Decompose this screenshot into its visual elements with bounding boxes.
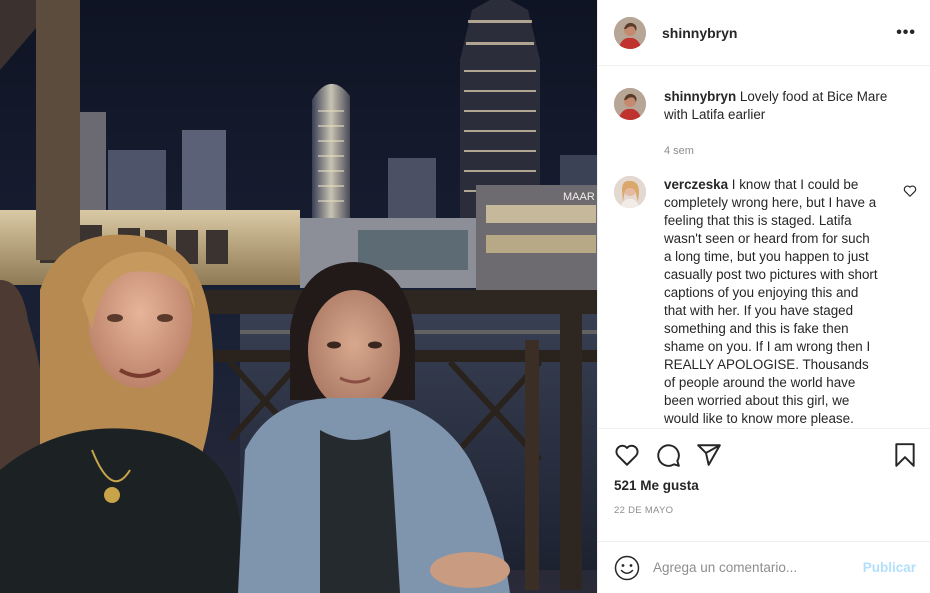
bookmark-icon[interactable] — [892, 442, 918, 468]
caption-body: shinnybryn Lovely food at Bice Mare with… — [664, 88, 914, 124]
caption-time[interactable]: 4 sem — [664, 145, 914, 157]
caption-avatar[interactable] — [614, 88, 646, 121]
comment-like-icon[interactable] — [903, 184, 917, 198]
publish-button[interactable]: Publicar — [863, 560, 916, 575]
post-header: shinnybryn ••• — [598, 0, 930, 67]
comments-section[interactable]: shinnybryn Lovely food at Bice Mare with… — [598, 66, 930, 428]
commenter-avatar[interactable] — [614, 176, 646, 209]
comment-item: verczeska I know that I could be complet… — [614, 176, 917, 428]
likes-count[interactable]: 521 Me gusta — [614, 478, 914, 493]
instagram-post: MAAR shinnybryn ••• shinnybryn Lovely fo… — [0, 0, 930, 593]
post-actions: 521 Me gusta 22 DE MAYO — [598, 428, 930, 541]
share-icon[interactable] — [696, 442, 722, 468]
post-side-panel: shinnybryn ••• shinnybryn Lovely food at… — [597, 0, 930, 593]
emoji-icon[interactable] — [614, 555, 640, 581]
comment-icon[interactable] — [655, 442, 681, 468]
comment-body: verczeska I know that I could be complet… — [664, 176, 878, 428]
post-date[interactable]: 22 DE MAYO — [614, 505, 914, 516]
add-comment-bar: Publicar — [598, 541, 930, 593]
post-image: MAAR — [0, 0, 597, 593]
author-username[interactable]: shinnybryn — [662, 25, 737, 41]
comment-input[interactable] — [653, 560, 863, 576]
action-icons — [614, 429, 915, 477]
comment-text: I know that I could be completely wrong … — [664, 177, 878, 427]
author-avatar[interactable] — [614, 16, 646, 49]
heart-icon[interactable] — [614, 442, 640, 468]
building-sign: MAAR — [563, 191, 595, 203]
caption: shinnybryn Lovely food at Bice Mare with… — [614, 88, 914, 124]
post-photo[interactable]: MAAR — [0, 0, 597, 593]
caption-username[interactable]: shinnybryn — [664, 89, 736, 104]
more-options-icon[interactable]: ••• — [896, 24, 916, 41]
commenter-username[interactable]: verczeska — [664, 177, 728, 192]
